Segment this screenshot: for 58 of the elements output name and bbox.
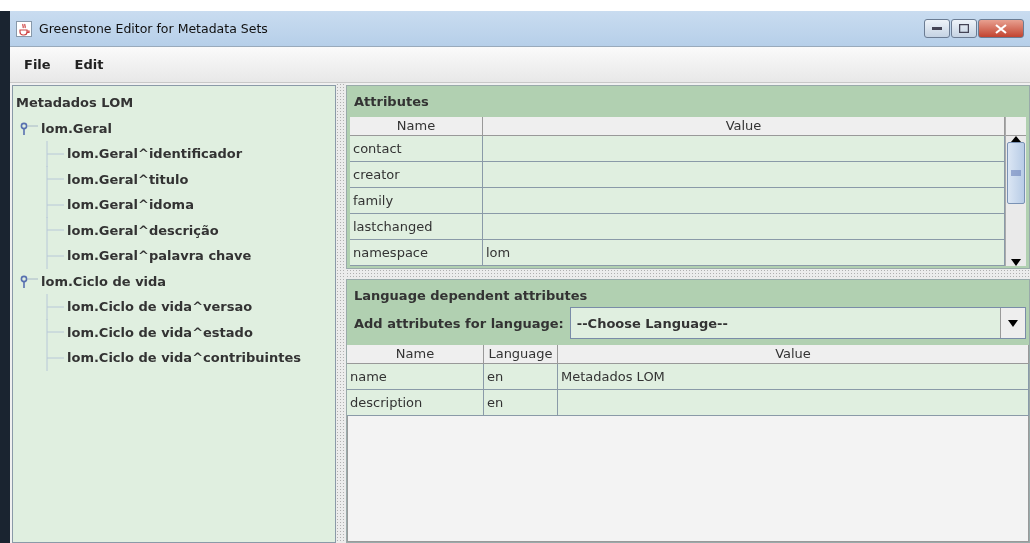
- tree-node[interactable]: lom.Ciclo de vida^estado: [67, 324, 253, 340]
- tree-node[interactable]: lom.Geral^titulo: [67, 171, 189, 187]
- close-icon: [995, 23, 1007, 34]
- tree-line: [46, 344, 64, 371]
- column-header[interactable]: Value: [558, 345, 1029, 364]
- expanded-handle-icon[interactable]: [20, 274, 38, 289]
- tree-line: [46, 293, 64, 320]
- tree-node[interactable]: lom.Ciclo de vida^versao: [67, 299, 253, 315]
- tree-line: [46, 140, 64, 167]
- column-header[interactable]: Name: [350, 117, 483, 136]
- table-cell: contact: [350, 136, 483, 162]
- tree-node[interactable]: lom.Ciclo de vida: [41, 273, 167, 289]
- table-cell: namespace: [350, 240, 483, 266]
- language-dropdown[interactable]: --Choose Language--: [569, 307, 1026, 339]
- menu-item[interactable]: File: [14, 53, 61, 76]
- tree-node[interactable]: lom.Ciclo de vida^contribuintes: [67, 350, 302, 366]
- tree-line: [46, 166, 64, 193]
- table-cell: lom: [483, 240, 1005, 266]
- menu-item[interactable]: Edit: [64, 53, 114, 76]
- panel-title: Attributes: [353, 93, 430, 111]
- language-label: Add attributes for language:: [353, 315, 565, 331]
- minimize-button[interactable]: [924, 19, 950, 38]
- tree-node[interactable]: lom.Geral: [41, 120, 112, 136]
- tree-line: [46, 191, 64, 218]
- expanded-handle-icon[interactable]: [20, 121, 38, 136]
- table-cell: lastchanged: [350, 214, 483, 240]
- scroll-down-icon[interactable]: [1011, 259, 1021, 266]
- column-header[interactable]: Value: [483, 117, 1005, 136]
- tree-line: [46, 319, 64, 346]
- column-header[interactable]: Language: [484, 345, 558, 364]
- close-button[interactable]: [978, 19, 1024, 38]
- tree-node[interactable]: lom.Geral^idoma: [67, 197, 194, 213]
- table-cell: creator: [350, 162, 483, 188]
- maximize-icon: [959, 24, 969, 33]
- table-cell: description: [347, 390, 484, 416]
- split-handle[interactable]: [336, 83, 346, 543]
- column-header[interactable]: Name: [347, 345, 484, 364]
- table-cell: en: [484, 390, 558, 416]
- tree-node[interactable]: lom.Geral^identificador: [67, 146, 243, 162]
- scroll-bar[interactable]: [1005, 117, 1026, 266]
- maximize-button[interactable]: [951, 19, 977, 38]
- table-cell: en: [484, 364, 558, 390]
- table-cell: family: [350, 188, 483, 214]
- tree-line: [46, 217, 64, 244]
- table-cell: Metadados LOM: [558, 364, 1029, 390]
- tree-root[interactable]: Metadados LOM: [16, 95, 134, 111]
- tree-line: [46, 242, 64, 269]
- table-corner: [1006, 117, 1026, 136]
- split-handle[interactable]: [346, 269, 1030, 279]
- minimize-icon: [932, 27, 942, 30]
- tree-node[interactable]: lom.Geral^descrição: [67, 222, 219, 238]
- grip-icon: [1011, 170, 1021, 176]
- tree-node[interactable]: lom.Geral^palavra chave: [67, 248, 252, 264]
- window-title: Greenstone Editor for Metadata Sets: [39, 21, 269, 36]
- table-cell: name: [347, 364, 484, 390]
- dropdown-arrow-icon[interactable]: [1008, 319, 1018, 327]
- panel-title: Language dependent attributes: [353, 287, 589, 305]
- java-cup-icon: [16, 20, 32, 37]
